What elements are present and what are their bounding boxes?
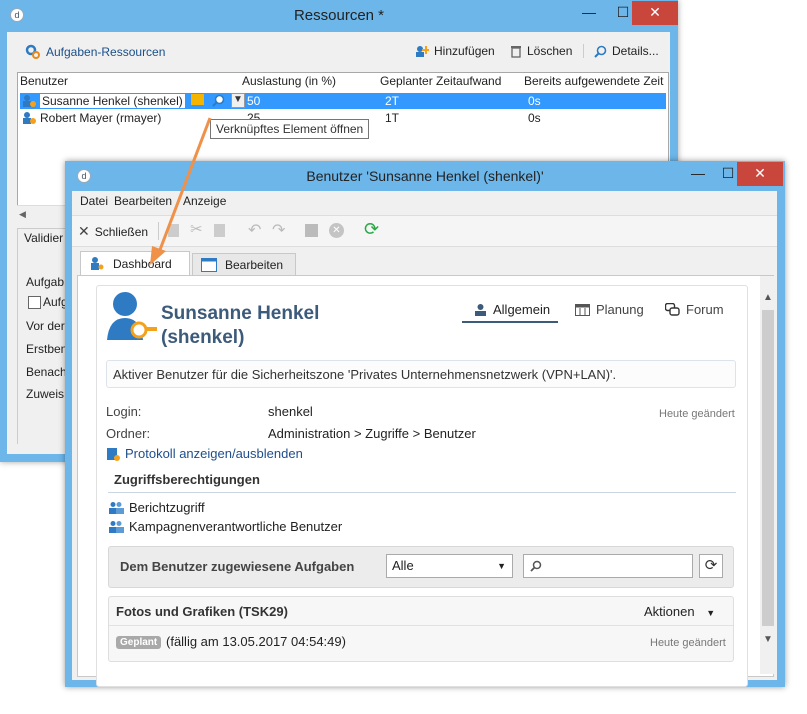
annotation-arrow xyxy=(150,117,212,265)
